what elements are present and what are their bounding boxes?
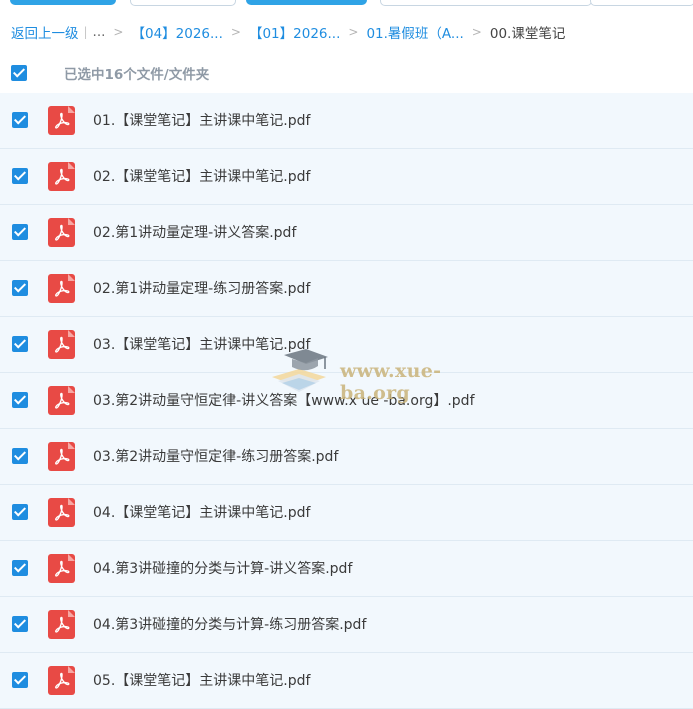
file-name[interactable]: 04.【课堂笔记】主讲课中笔记.pdf [93, 502, 310, 522]
file-row[interactable]: 03.第2讲动量守恒定律-练习册答案.pdf [0, 429, 693, 485]
file-row[interactable]: 03.【课堂笔记】主讲课中笔记.pdf [0, 317, 693, 373]
breadcrumb-divider: | [83, 25, 88, 39]
breadcrumb-separator: > [113, 25, 124, 39]
selection-summary: 已选中16个文件/文件夹 [64, 67, 210, 83]
pdf-icon [48, 386, 75, 415]
file-row[interactable]: 01.【课堂笔记】主讲课中笔记.pdf [0, 93, 693, 149]
pdf-icon [48, 106, 75, 135]
back-link[interactable]: 返回上一级 [11, 22, 79, 42]
pdf-icon [48, 554, 75, 583]
file-row[interactable]: 05.【课堂笔记】主讲课中笔记.pdf [0, 653, 693, 709]
file-name[interactable]: 04.第3讲碰撞的分类与计算-讲义答案.pdf [93, 558, 352, 578]
breadcrumb-item[interactable]: 【01】2026... [249, 22, 340, 42]
file-row[interactable]: 02.第1讲动量定理-讲义答案.pdf [0, 205, 693, 261]
selection-bar: 已选中16个文件/文件夹 [11, 60, 209, 86]
pdf-icon [48, 162, 75, 191]
pdf-icon [48, 218, 75, 247]
file-row[interactable]: 03.第2讲动量守恒定律-讲义答案【www.x ue -ba.org】.pdf [0, 373, 693, 429]
toolbar-button-1[interactable] [10, 0, 116, 5]
file-row[interactable]: 04.第3讲碰撞的分类与计算-讲义答案.pdf [0, 541, 693, 597]
file-row[interactable]: 04.【课堂笔记】主讲课中笔记.pdf [0, 485, 693, 541]
pdf-icon [48, 666, 75, 695]
file-name[interactable]: 02.【课堂笔记】主讲课中笔记.pdf [93, 166, 310, 186]
breadcrumb: 返回上一级 | ... > 【04】2026... > 【01】2026... … [11, 21, 565, 43]
file-name[interactable]: 04.第3讲碰撞的分类与计算-练习册答案.pdf [93, 614, 366, 634]
pdf-icon [48, 498, 75, 527]
select-all-checkbox[interactable] [11, 65, 27, 81]
file-checkbox[interactable] [12, 112, 28, 128]
pdf-icon [48, 442, 75, 471]
file-checkbox[interactable] [12, 168, 28, 184]
file-checkbox[interactable] [12, 560, 28, 576]
file-name[interactable]: 02.第1讲动量定理-讲义答案.pdf [93, 222, 296, 242]
file-row[interactable]: 02.【课堂笔记】主讲课中笔记.pdf [0, 149, 693, 205]
file-checkbox[interactable] [12, 280, 28, 296]
breadcrumb-item[interactable]: 01.暑假班（A... [366, 22, 463, 42]
breadcrumb-current: 00.课堂笔记 [489, 26, 566, 42]
pdf-icon [48, 274, 75, 303]
file-row[interactable]: 02.第1讲动量定理-练习册答案.pdf [0, 261, 693, 317]
file-name[interactable]: 05.【课堂笔记】主讲课中笔记.pdf [93, 670, 310, 690]
breadcrumb-item[interactable]: 【04】2026... [131, 22, 222, 42]
file-checkbox[interactable] [12, 224, 28, 240]
toolbar-button-5[interactable] [590, 0, 693, 6]
breadcrumb-separator: > [471, 25, 482, 39]
file-checkbox[interactable] [12, 616, 28, 632]
file-name[interactable]: 03.第2讲动量守恒定律-讲义答案【www.x ue -ba.org】.pdf [93, 390, 475, 410]
file-checkbox[interactable] [12, 448, 28, 464]
toolbar-button-4[interactable] [380, 0, 592, 6]
file-name[interactable]: 03.【课堂笔记】主讲课中笔记.pdf [93, 334, 310, 354]
file-checkbox[interactable] [12, 504, 28, 520]
file-checkbox[interactable] [12, 672, 28, 688]
toolbar-button-2[interactable] [130, 0, 236, 6]
toolbar-button-3[interactable] [246, 0, 367, 5]
file-checkbox[interactable] [12, 392, 28, 408]
file-name[interactable]: 02.第1讲动量定理-练习册答案.pdf [93, 278, 310, 298]
file-name[interactable]: 01.【课堂笔记】主讲课中笔记.pdf [93, 110, 310, 130]
breadcrumb-separator: > [230, 25, 241, 39]
breadcrumb-ellipsis[interactable]: ... [93, 24, 106, 40]
breadcrumb-separator: > [348, 25, 359, 39]
file-name[interactable]: 03.第2讲动量守恒定律-练习册答案.pdf [93, 446, 338, 466]
file-list: 01.【课堂笔记】主讲课中笔记.pdf 02.【课堂笔记】主讲课中笔记.pdf 02… [0, 93, 693, 709]
pdf-icon [48, 330, 75, 359]
top-toolbar [0, 0, 693, 8]
pdf-icon [48, 610, 75, 639]
file-checkbox[interactable] [12, 336, 28, 352]
file-row[interactable]: 04.第3讲碰撞的分类与计算-练习册答案.pdf [0, 597, 693, 653]
